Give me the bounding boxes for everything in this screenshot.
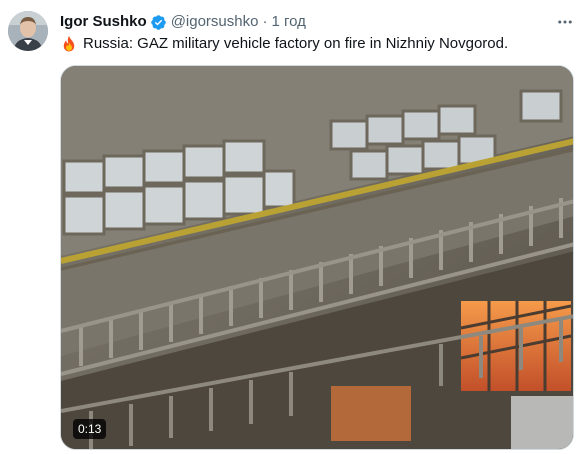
more-options-icon[interactable] [555, 12, 575, 32]
tweet-timestamp[interactable]: 1 год [271, 12, 305, 32]
video-player[interactable]: 0:13 [60, 65, 574, 450]
tweet-header: Igor Sushko @igorsushko · 1 год [60, 12, 306, 32]
author-name[interactable]: Igor Sushko [60, 12, 147, 32]
fire-emoji-icon [60, 35, 78, 53]
video-duration: 0:13 [73, 419, 107, 439]
tweet-text: Russia: GAZ military vehicle factory on … [60, 34, 508, 54]
avatar[interactable] [8, 11, 48, 51]
author-handle[interactable]: @igorsushko [171, 12, 259, 32]
video-frame [61, 66, 573, 449]
separator-dot: · [262, 13, 268, 30]
verified-badge-icon [150, 14, 167, 31]
tweet-card: Igor Sushko @igorsushko · 1 год Russia: … [0, 0, 585, 454]
tweet-body: Russia: GAZ military vehicle factory on … [83, 35, 509, 52]
